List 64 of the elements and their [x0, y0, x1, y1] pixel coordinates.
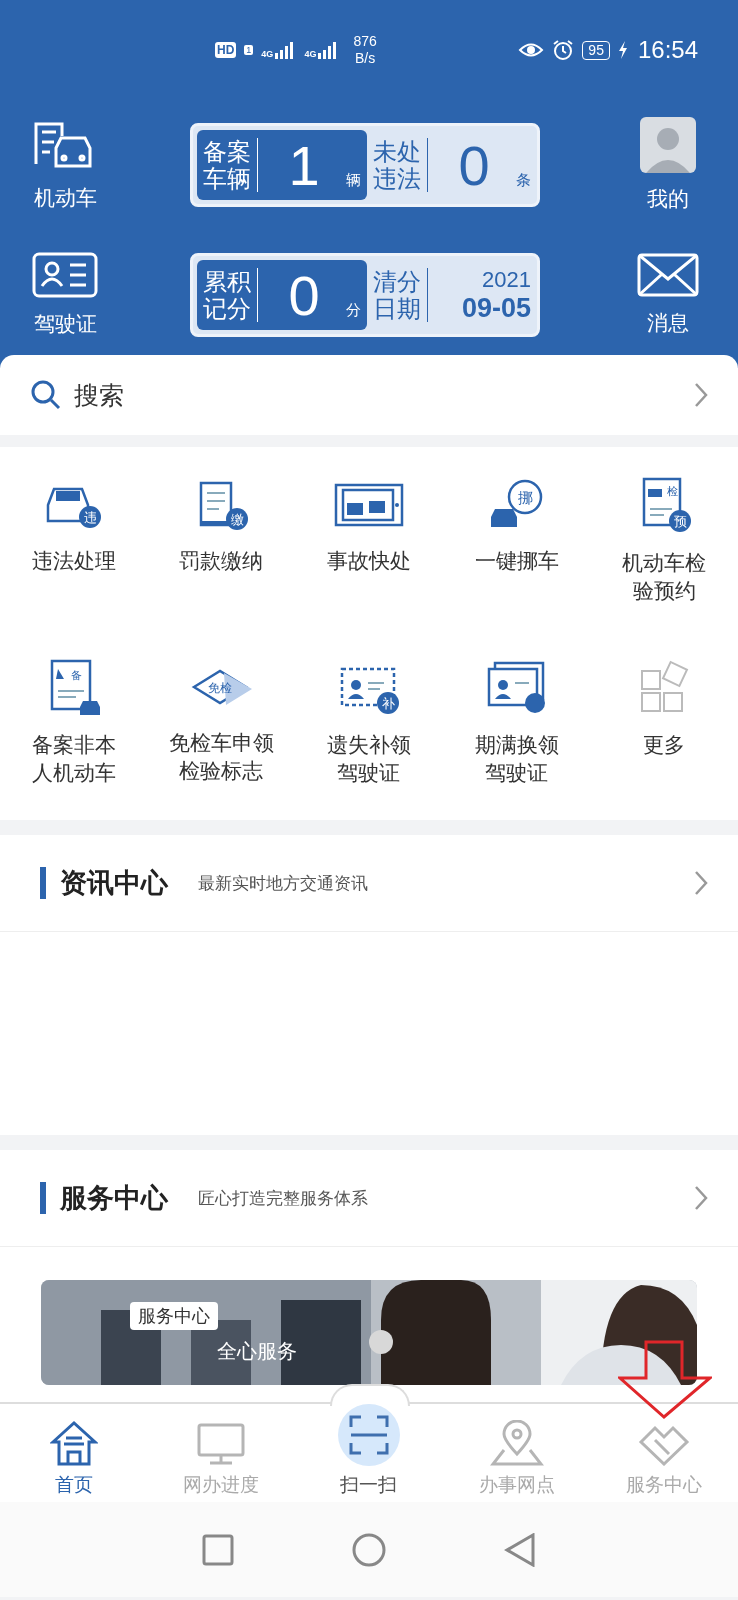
speed-value: 876 — [353, 33, 377, 50]
stat-value: 1 — [287, 132, 321, 198]
home-icon — [49, 1420, 98, 1466]
section-header[interactable]: 资讯中心 最新实时地方交通资讯 — [0, 835, 738, 932]
search-placeholder[interactable]: 搜索 — [74, 378, 682, 412]
service-label[interactable]: 更多 — [621, 731, 707, 759]
network-label: 4G — [261, 49, 274, 59]
section-subtitle: 最新实时地方交通资讯 — [198, 872, 369, 895]
section-title: 资讯中心 — [60, 867, 168, 900]
section-marker — [40, 1182, 46, 1214]
service-label[interactable]: 事故快处 — [326, 547, 412, 575]
eye-icon — [518, 41, 545, 59]
home-button-icon[interactable] — [352, 1532, 386, 1567]
sim-badge: 1 — [244, 45, 254, 55]
service-label[interactable]: 免检车申领检验标志 — [168, 729, 275, 785]
service-label[interactable]: 一键挪车 — [474, 547, 560, 575]
stat-unit: 分 — [346, 301, 361, 320]
scan-icon — [349, 1415, 389, 1455]
chevron-right-icon — [694, 870, 708, 896]
stat-unit: 条 — [516, 171, 531, 190]
nav-label[interactable]: 驾驶证 — [33, 310, 97, 338]
network-label: 4G — [304, 49, 317, 59]
stat-label: 清分日期 — [373, 268, 428, 322]
tab[interactable]: 扫一扫 — [295, 1404, 443, 1512]
stat-unit: 辆 — [346, 171, 361, 190]
recent-apps-icon[interactable] — [202, 1533, 234, 1566]
stat-label: 备案车辆 — [203, 138, 258, 192]
banner-tag: 服务中心 — [130, 1302, 218, 1330]
stat-value: 0 — [287, 262, 321, 328]
stat-label: 累积记分 — [203, 268, 258, 322]
date-year: 2021 — [482, 266, 531, 293]
stat-value: 0 — [457, 132, 491, 198]
date-value: 09-05 — [461, 292, 531, 324]
monitor-icon — [196, 1422, 247, 1466]
section-header[interactable]: 服务中心 匠心打造完整服务体系 — [0, 1150, 738, 1247]
id-card-icon[interactable] — [32, 252, 98, 298]
service-label[interactable]: 遗失补领驾驶证 — [326, 731, 412, 787]
section-title: 服务中心 — [60, 1182, 168, 1215]
service-label[interactable]: 期满换领驾驶证 — [474, 731, 560, 787]
mail-icon[interactable] — [637, 253, 699, 297]
speed-unit: B/s — [354, 50, 376, 67]
search-icon — [30, 379, 62, 411]
service-label[interactable]: 违法处理 — [31, 547, 117, 575]
battery-level: 95 — [582, 40, 610, 60]
chevron-right-icon — [694, 1185, 708, 1211]
nav-label[interactable]: 我的 — [647, 185, 689, 213]
chevron-right-icon — [694, 382, 708, 408]
tab[interactable]: 首页 — [0, 1404, 148, 1512]
location-pin-icon — [489, 1420, 544, 1466]
service-label[interactable]: 备案非本人机动车 — [31, 731, 117, 787]
banner-caption: 全心服务 — [217, 1339, 297, 1364]
back-icon[interactable] — [504, 1532, 536, 1567]
clock-time: 16:54 — [637, 36, 698, 64]
section-marker — [40, 867, 46, 899]
charging-icon — [617, 41, 628, 59]
section-subtitle: 匠心打造完整服务体系 — [198, 1187, 369, 1210]
search-bar[interactable]: 搜索 — [0, 355, 738, 435]
hd-badge: HD — [215, 42, 237, 58]
nav-label[interactable]: 机动车 — [33, 184, 97, 212]
alarm-icon — [552, 39, 575, 61]
service-label[interactable]: 机动车检验预约 — [621, 549, 707, 605]
nav-label[interactable]: 消息 — [647, 309, 689, 337]
stat-label: 未处违法 — [373, 138, 428, 192]
service-label[interactable]: 罚款缴纳 — [178, 547, 264, 575]
